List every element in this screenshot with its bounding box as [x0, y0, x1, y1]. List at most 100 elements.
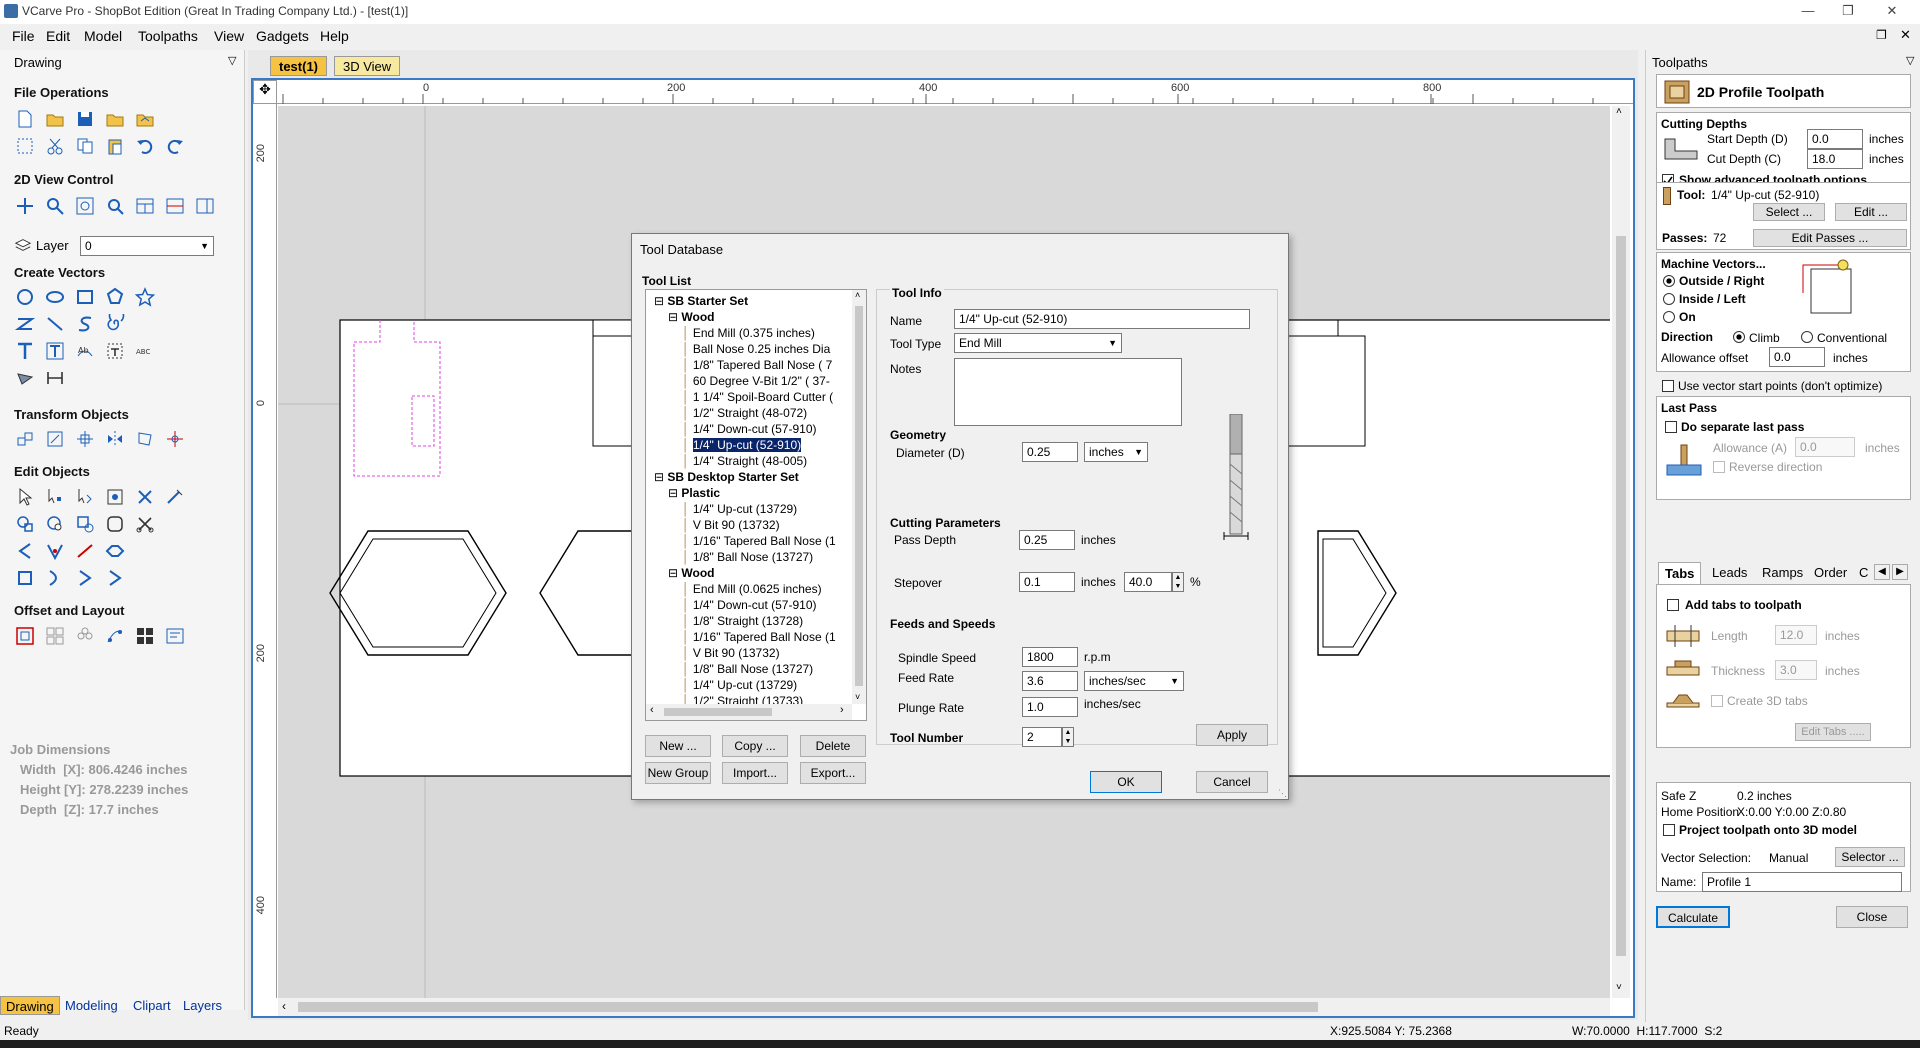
zoom-selected-icon[interactable]	[104, 195, 126, 217]
tool-tree-item[interactable]: │ 1/4" Straight (48-005)	[646, 453, 851, 469]
selector-button[interactable]: Selector ...	[1835, 847, 1905, 867]
text-box-icon[interactable]	[44, 340, 66, 362]
tab-scroll-left-icon[interactable]: ◀	[1874, 564, 1890, 580]
tool-tree-item[interactable]: │ Ball Nose 0.25 inches Dia	[646, 341, 851, 357]
copy-icon[interactable]	[74, 135, 96, 157]
weld-icon[interactable]	[14, 513, 36, 535]
resize-grip-icon[interactable]: ⋱	[1278, 788, 1287, 799]
close-button[interactable]: Close	[1836, 906, 1908, 928]
tab-tabs[interactable]: Tabs	[1658, 562, 1702, 584]
cut-icon[interactable]	[44, 135, 66, 157]
tree-vscroll[interactable]: ˄ ˅	[852, 290, 866, 704]
tab-thickness-input[interactable]: 3.0	[1775, 660, 1817, 680]
array-icon[interactable]	[134, 625, 156, 647]
tree-scroll-up-icon[interactable]: ˄	[855, 290, 860, 300]
text-icon[interactable]	[14, 340, 36, 362]
tool-tree-item[interactable]: │ V Bit 90 (13732)	[646, 517, 851, 533]
tool-tree-item[interactable]: │ V Bit 90 (13732)	[646, 645, 851, 661]
mirror-icon[interactable]	[104, 428, 126, 450]
save-icon[interactable]	[74, 108, 96, 130]
tool-tree-item[interactable]: │ 1/4" Up-cut (13729)	[646, 677, 851, 693]
pass-depth-input[interactable]: 0.25	[1019, 530, 1075, 550]
distort-icon[interactable]	[134, 428, 156, 450]
tool-tree-item[interactable]: │ 1/4" Down-cut (57-910)	[646, 421, 851, 437]
copy-along-curve-icon[interactable]	[104, 625, 126, 647]
line-icon[interactable]	[44, 313, 66, 335]
move-icon[interactable]	[14, 428, 36, 450]
nesting-icon[interactable]	[44, 625, 66, 647]
tab-modeling[interactable]: Modeling	[60, 996, 123, 1015]
inside-left-radio[interactable]	[1663, 293, 1675, 305]
tab-more[interactable]: C	[1859, 565, 1868, 580]
open-file-icon[interactable]	[44, 108, 66, 130]
mdi-close-icon[interactable]: ✕	[1900, 27, 1911, 43]
pin-icon[interactable]: ▽	[1906, 54, 1914, 67]
add-tabs-checkbox[interactable]	[1667, 599, 1679, 611]
delete-vector-icon[interactable]	[134, 486, 156, 508]
tab-drawing[interactable]: Drawing	[0, 996, 60, 1015]
ruler-origin-icon[interactable]: ✥	[253, 80, 277, 104]
scroll-left-icon[interactable]: ‹	[282, 999, 286, 1013]
delete-tool-button[interactable]: Delete	[800, 735, 866, 757]
curve-icon[interactable]	[74, 313, 96, 335]
bezier-icon[interactable]	[44, 567, 66, 589]
tree-vscroll-thumb[interactable]	[855, 306, 863, 686]
edit-tabs-button[interactable]: Edit Tabs .....	[1795, 723, 1871, 741]
copy-along-icon[interactable]	[74, 625, 96, 647]
tool-tree-item[interactable]: │ 1/8" Tapered Ball Nose ( 7	[646, 357, 851, 373]
import-button[interactable]: Import...	[722, 762, 788, 784]
project-toolpath-checkbox[interactable]	[1663, 824, 1675, 836]
edit-passes-button[interactable]: Edit Passes ...	[1753, 229, 1907, 247]
tool-tree-group[interactable]: ⊟ Wood	[646, 309, 851, 325]
tool-tree-item[interactable]: │ 1/16" Tapered Ball Nose (1	[646, 533, 851, 549]
rectangle-icon[interactable]	[74, 286, 96, 308]
start-depth-input[interactable]: 0.0	[1807, 129, 1863, 149]
v-scroll-thumb[interactable]	[1616, 236, 1626, 956]
menu-toolpaths[interactable]: Toolpaths	[138, 28, 198, 44]
menu-file[interactable]: File	[12, 28, 35, 44]
circle-icon[interactable]	[14, 286, 36, 308]
notes-textarea[interactable]	[954, 358, 1182, 426]
collapse-icon[interactable]: ⊟	[654, 294, 667, 308]
menu-model[interactable]: Model	[84, 28, 122, 44]
create-3d-tabs-checkbox[interactable]	[1711, 695, 1723, 707]
copy-tool-button[interactable]: Copy ...	[722, 735, 788, 757]
tree-hscroll[interactable]: ‹ ›	[646, 704, 852, 720]
menu-view[interactable]: View	[214, 28, 244, 44]
tab-3d-view[interactable]: 3D View	[334, 56, 401, 76]
feed-rate-unit-select[interactable]: inches/sec ▼	[1084, 671, 1184, 691]
new-tool-button[interactable]: New ...	[645, 735, 711, 757]
mdi-restore-icon[interactable]: ❐	[1876, 28, 1887, 42]
tab-length-input[interactable]: 12.0	[1775, 625, 1817, 645]
vertical-scrollbar[interactable]: ˄ ˅	[1612, 106, 1630, 998]
offset-icon[interactable]	[14, 625, 36, 647]
fillet-icon[interactable]	[104, 513, 126, 535]
cut-depth-input[interactable]: 18.0	[1807, 149, 1863, 169]
h-scroll-thumb[interactable]	[298, 1002, 1318, 1012]
arc-tool-icon[interactable]	[14, 540, 36, 562]
allowance-a-input[interactable]: 0.0	[1795, 437, 1855, 457]
scissors-icon[interactable]	[134, 513, 156, 535]
close-vector-icon[interactable]	[104, 540, 126, 562]
tool-tree-item[interactable]: │ 1/16" Tapered Ball Nose (1	[646, 629, 851, 645]
minimize-button[interactable]: —	[1788, 0, 1828, 24]
intersect-icon[interactable]	[74, 513, 96, 535]
toolpath-name-input[interactable]: Profile 1	[1702, 872, 1902, 892]
collapse-icon[interactable]: ⊟	[654, 470, 667, 484]
align-icon[interactable]	[74, 428, 96, 450]
export-button[interactable]: Export...	[800, 762, 866, 784]
tool-tree-item[interactable]: │ 60 Degree V-Bit 1/2" ( 37-	[646, 373, 851, 389]
paste-icon[interactable]	[104, 135, 126, 157]
undo-icon[interactable]	[134, 135, 156, 157]
array-copy-icon[interactable]	[164, 428, 186, 450]
tab-order[interactable]: Order	[1814, 565, 1847, 580]
tree-scroll-right-icon[interactable]: ›	[840, 704, 844, 716]
tool-tree-item[interactable]: │ 1/4" Up-cut (13729)	[646, 501, 851, 517]
ellipse-icon[interactable]	[44, 286, 66, 308]
calculate-button[interactable]: Calculate	[1656, 906, 1730, 928]
tool-tree-item[interactable]: │ 1/8" Ball Nose (13727)	[646, 549, 851, 565]
outside-right-radio[interactable]	[1663, 275, 1675, 287]
dimension-icon[interactable]	[14, 367, 36, 389]
collapse-icon[interactable]: ⊟	[668, 566, 681, 580]
tool-name-input[interactable]: 1/4" Up-cut (52-910)	[954, 309, 1250, 329]
